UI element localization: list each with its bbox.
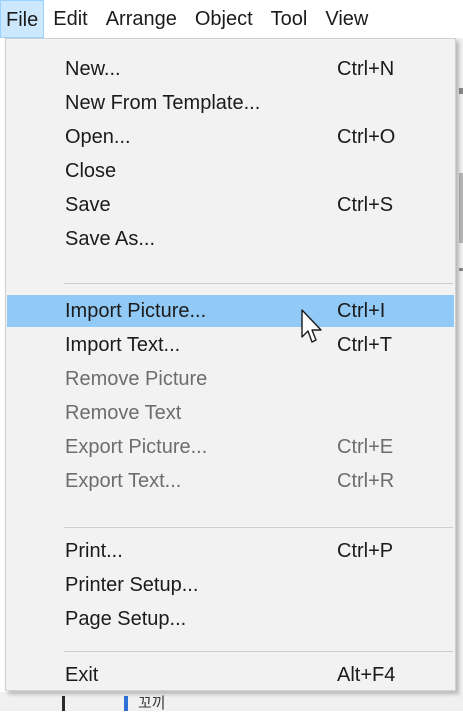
menu-item-shortcut: Ctrl+I xyxy=(337,300,386,322)
menu-object[interactable]: Object xyxy=(186,0,262,38)
menu-item-export-picture[interactable]: Export Picture... Ctrl+E xyxy=(7,431,454,463)
menu-separator xyxy=(64,651,453,652)
menu-separator xyxy=(64,527,453,528)
menu-tool[interactable]: Tool xyxy=(262,0,317,38)
menu-item-shortcut: Ctrl+N xyxy=(337,58,395,80)
menu-separator xyxy=(64,283,453,284)
menu-item-remove-picture[interactable]: Remove Picture xyxy=(7,363,454,395)
menu-item-label: Export Picture... xyxy=(65,436,208,458)
menu-item-new-from-template[interactable]: New From Template... xyxy=(7,87,454,119)
background-mark xyxy=(459,268,463,271)
menu-item-label: Remove Picture xyxy=(65,368,208,390)
menu-item-label: Print... xyxy=(65,540,123,562)
menu-item-label: Page Setup... xyxy=(65,608,187,630)
menu-item-label: New From Template... xyxy=(65,92,261,114)
menu-item-save-as[interactable]: Save As... xyxy=(7,223,454,255)
menu-item-exit[interactable]: Exit Alt+F4 xyxy=(7,659,454,691)
menu-item-close[interactable]: Close xyxy=(7,155,454,187)
background-mark xyxy=(459,88,463,94)
file-menu-dropdown: New... Ctrl+N New From Template... Open.… xyxy=(5,38,456,691)
menu-item-import-picture[interactable]: Import Picture... Ctrl+I xyxy=(7,295,454,327)
menu-item-shortcut: Ctrl+O xyxy=(337,126,396,148)
menu-item-label: Close xyxy=(65,160,117,182)
menu-view[interactable]: View xyxy=(316,0,377,38)
menu-item-shortcut: Ctrl+R xyxy=(337,470,395,492)
menu-item-open[interactable]: Open... Ctrl+O xyxy=(7,121,454,153)
menu-bar: File Edit Arrange Object Tool View xyxy=(0,0,463,38)
menu-item-label: New... xyxy=(65,58,121,80)
menu-item-new[interactable]: New... Ctrl+N xyxy=(7,53,454,85)
menu-item-print[interactable]: Print... Ctrl+P xyxy=(7,535,454,567)
menu-item-label: Save xyxy=(65,194,111,216)
menu-item-shortcut: Ctrl+S xyxy=(337,194,394,216)
background-window-edge xyxy=(455,38,463,711)
menu-item-label: Open... xyxy=(65,126,131,148)
menu-item-shortcut: Alt+F4 xyxy=(337,664,396,686)
background-tick xyxy=(62,696,65,711)
menu-item-shortcut: Ctrl+P xyxy=(337,540,394,562)
menu-item-label: Import Picture... xyxy=(65,300,207,322)
menu-edit[interactable]: Edit xyxy=(44,0,96,38)
menu-item-export-text[interactable]: Export Text... Ctrl+R xyxy=(7,465,454,497)
menu-item-shortcut: Ctrl+E xyxy=(337,436,394,458)
menu-item-label: Exit xyxy=(65,664,99,686)
menu-item-label: Printer Setup... xyxy=(65,574,199,596)
menu-item-remove-text[interactable]: Remove Text xyxy=(7,397,454,429)
menu-arrange[interactable]: Arrange xyxy=(97,0,186,38)
background-canvas-strip: 꼬끼 xyxy=(0,692,463,712)
menu-item-label: Save As... xyxy=(65,228,156,250)
menu-item-label: Export Text... xyxy=(65,470,182,492)
menu-item-printer-setup[interactable]: Printer Setup... xyxy=(7,569,454,601)
menu-item-save[interactable]: Save Ctrl+S xyxy=(7,189,454,221)
background-text-fragment: 꼬끼 xyxy=(138,694,166,712)
menu-item-label: Import Text... xyxy=(65,334,181,356)
menu-item-label: Remove Text xyxy=(65,402,182,424)
menu-item-page-setup[interactable]: Page Setup... xyxy=(7,603,454,635)
menu-item-import-text[interactable]: Import Text... Ctrl+T xyxy=(7,329,454,361)
menu-item-shortcut: Ctrl+T xyxy=(337,334,392,356)
mouse-cursor-icon xyxy=(301,309,322,343)
background-mark xyxy=(459,173,463,243)
background-tick xyxy=(124,696,128,711)
menu-file[interactable]: File xyxy=(0,0,45,38)
